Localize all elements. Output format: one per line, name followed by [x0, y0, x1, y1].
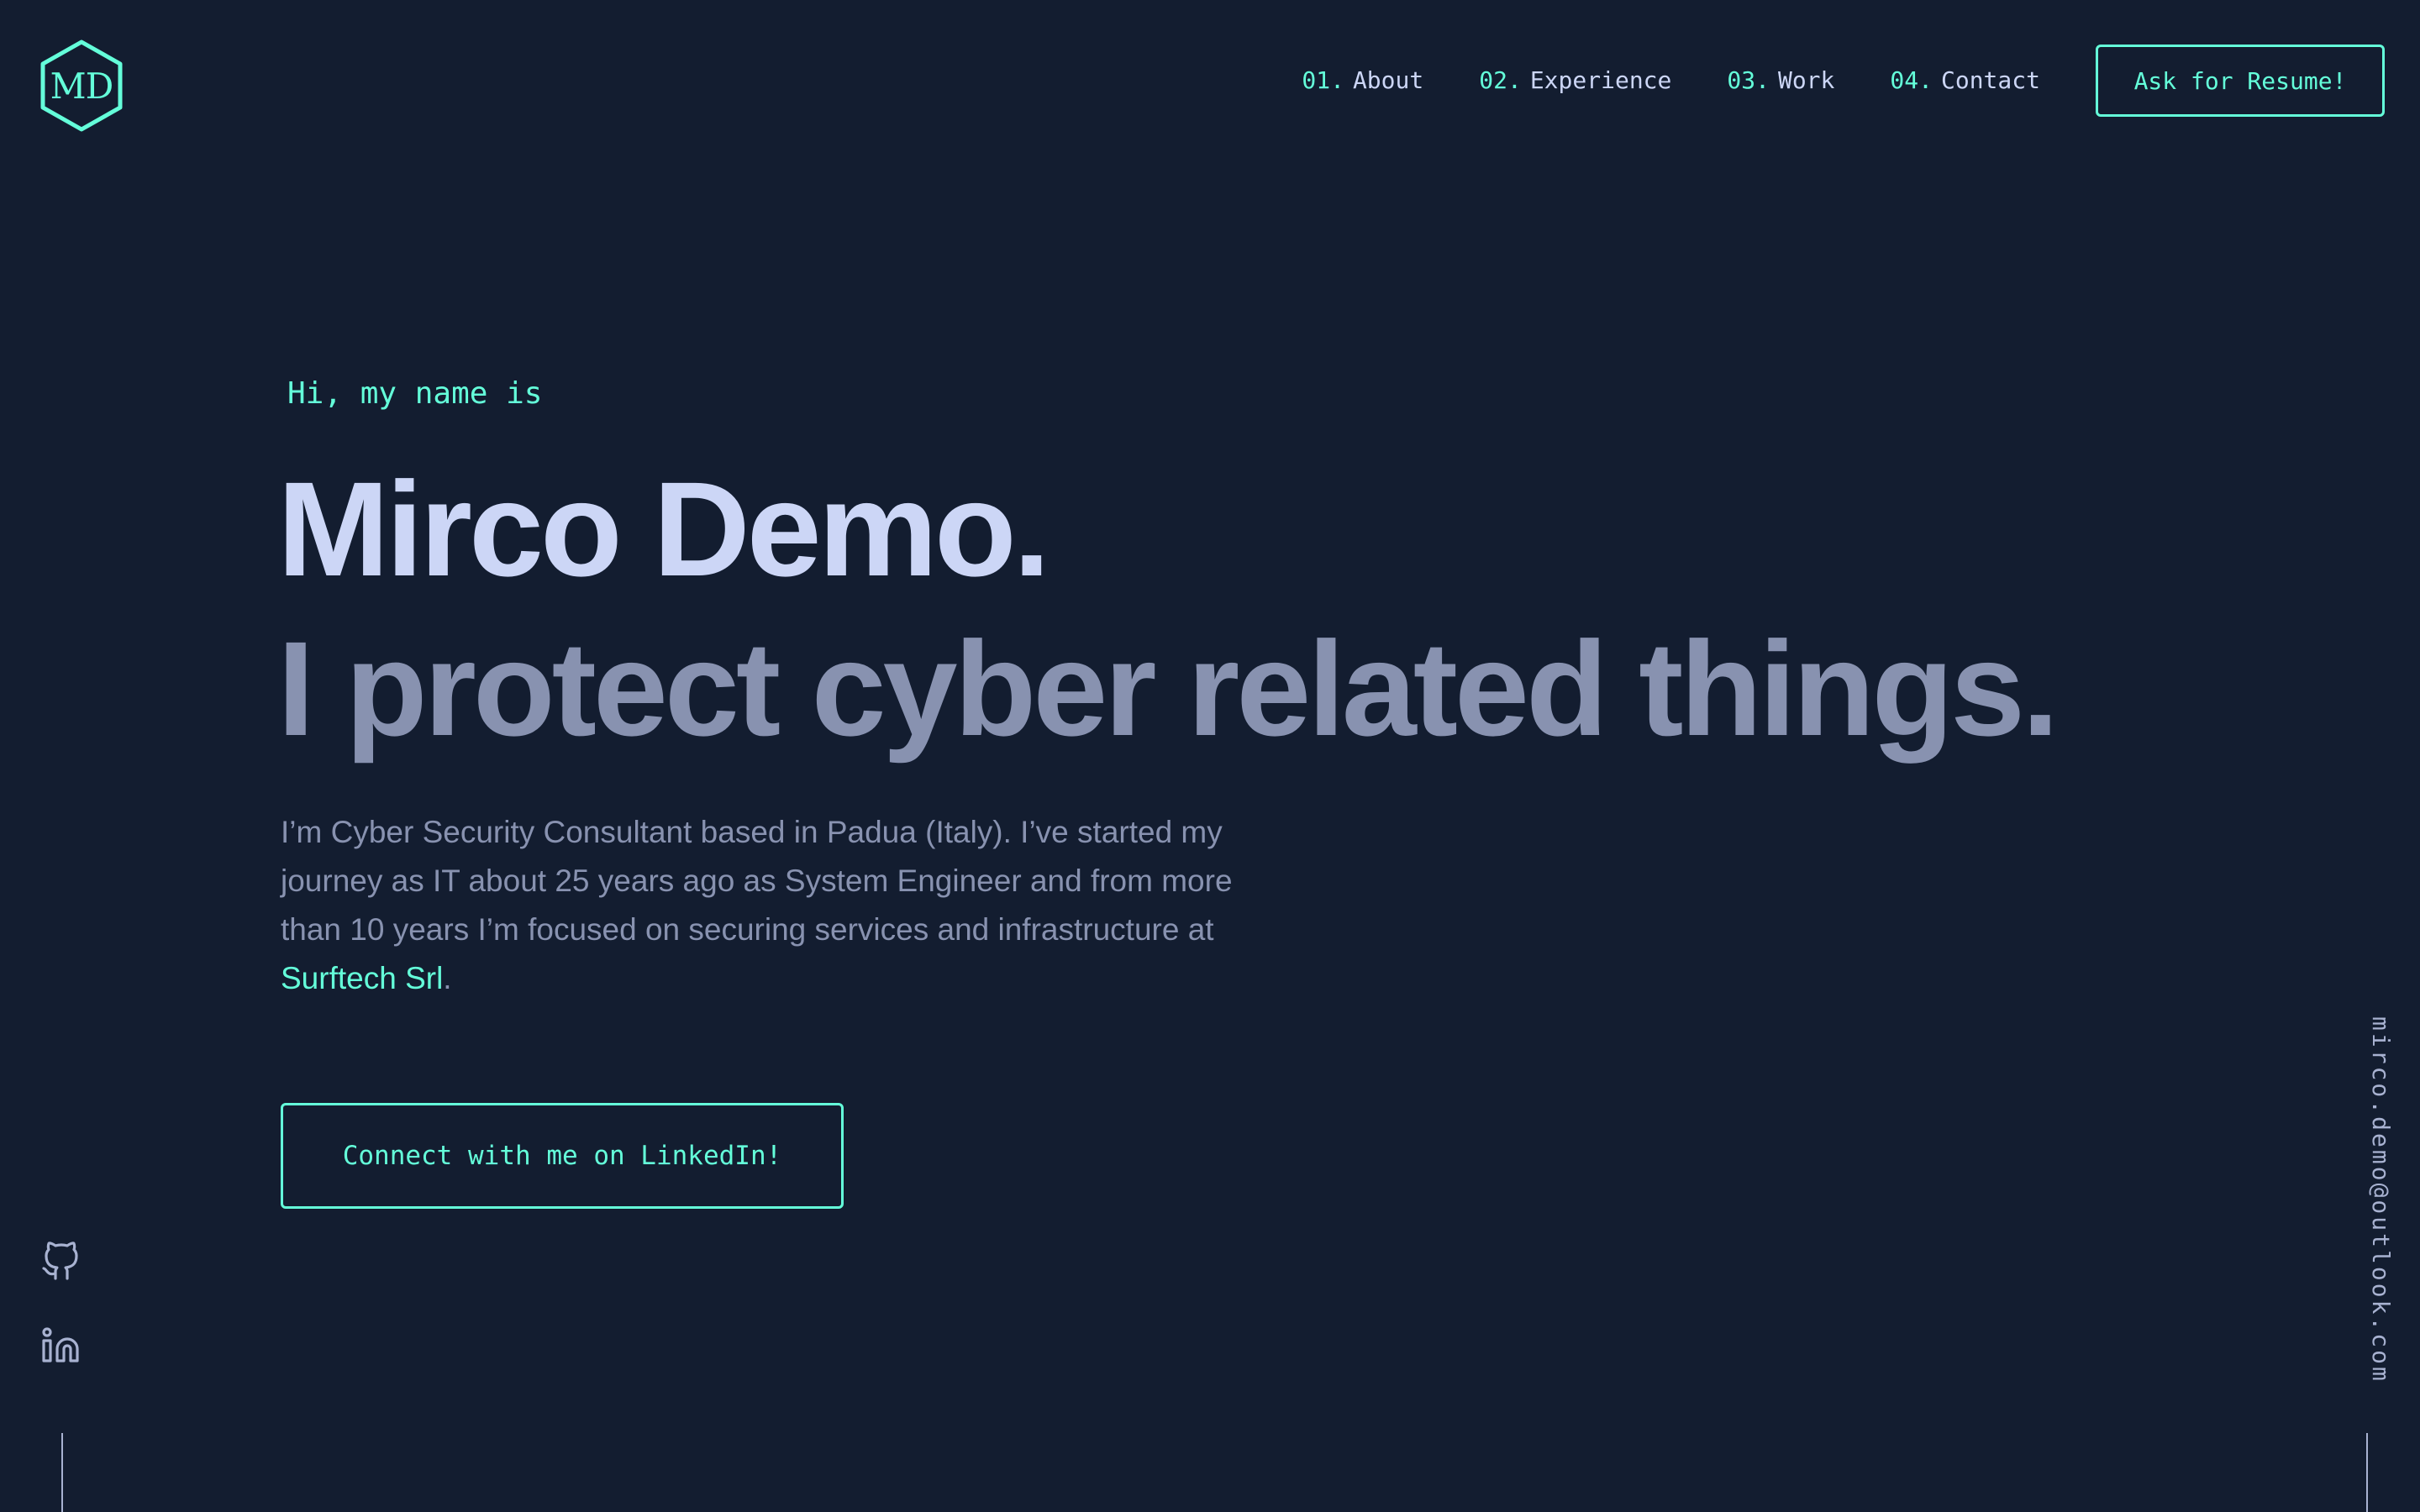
nav-about-label: About [1352, 66, 1424, 94]
nav-contact[interactable]: 04. Contact [1890, 62, 2040, 99]
page: MD 01. About 02. Experience 03. Work 04.… [0, 0, 2420, 1512]
nav-work-label: Work [1777, 66, 1835, 94]
right-divider-line [2366, 1433, 2368, 1512]
social-sidebar [40, 1242, 84, 1366]
main-nav: 01. About 02. Experience 03. Work 04. Co… [1302, 62, 2040, 99]
nav-about[interactable]: 01. About [1302, 62, 1423, 99]
logo-initials: MD [50, 65, 114, 107]
nav-contact-label: Contact [1940, 66, 2040, 94]
nav-experience-number: 02. [1479, 66, 1522, 94]
nav-contact-number: 04. [1890, 66, 1933, 94]
bio-text: I’m Cyber Security Consultant based in P… [281, 815, 1233, 947]
linkedin-icon[interactable] [40, 1326, 81, 1366]
hero-bio: I’m Cyber Security Consultant based in P… [281, 808, 1289, 1003]
nav-experience[interactable]: 02. Experience [1479, 62, 1671, 99]
email-link[interactable]: mirco.demo@outlook.com [2367, 1016, 2395, 1383]
bio-end: . [443, 961, 452, 995]
nav-work[interactable]: 03. Work [1727, 62, 1834, 99]
nav-experience-label: Experience [1529, 66, 1672, 94]
hero-name: Mirco Demo. [277, 454, 1050, 604]
github-icon[interactable] [40, 1242, 81, 1282]
nav-about-number: 01. [1302, 66, 1344, 94]
hero-tagline: I protect cyber related things. [277, 613, 2060, 764]
left-divider-line [61, 1433, 63, 1512]
nav-work-number: 03. [1727, 66, 1770, 94]
company-link[interactable]: Surftech Srl [281, 961, 443, 995]
resume-button[interactable]: Ask for Resume! [2096, 45, 2385, 117]
logo[interactable]: MD [39, 39, 124, 133]
greeting-text: Hi, my name is [287, 376, 543, 411]
linkedin-connect-button[interactable]: Connect with me on LinkedIn! [281, 1103, 844, 1209]
